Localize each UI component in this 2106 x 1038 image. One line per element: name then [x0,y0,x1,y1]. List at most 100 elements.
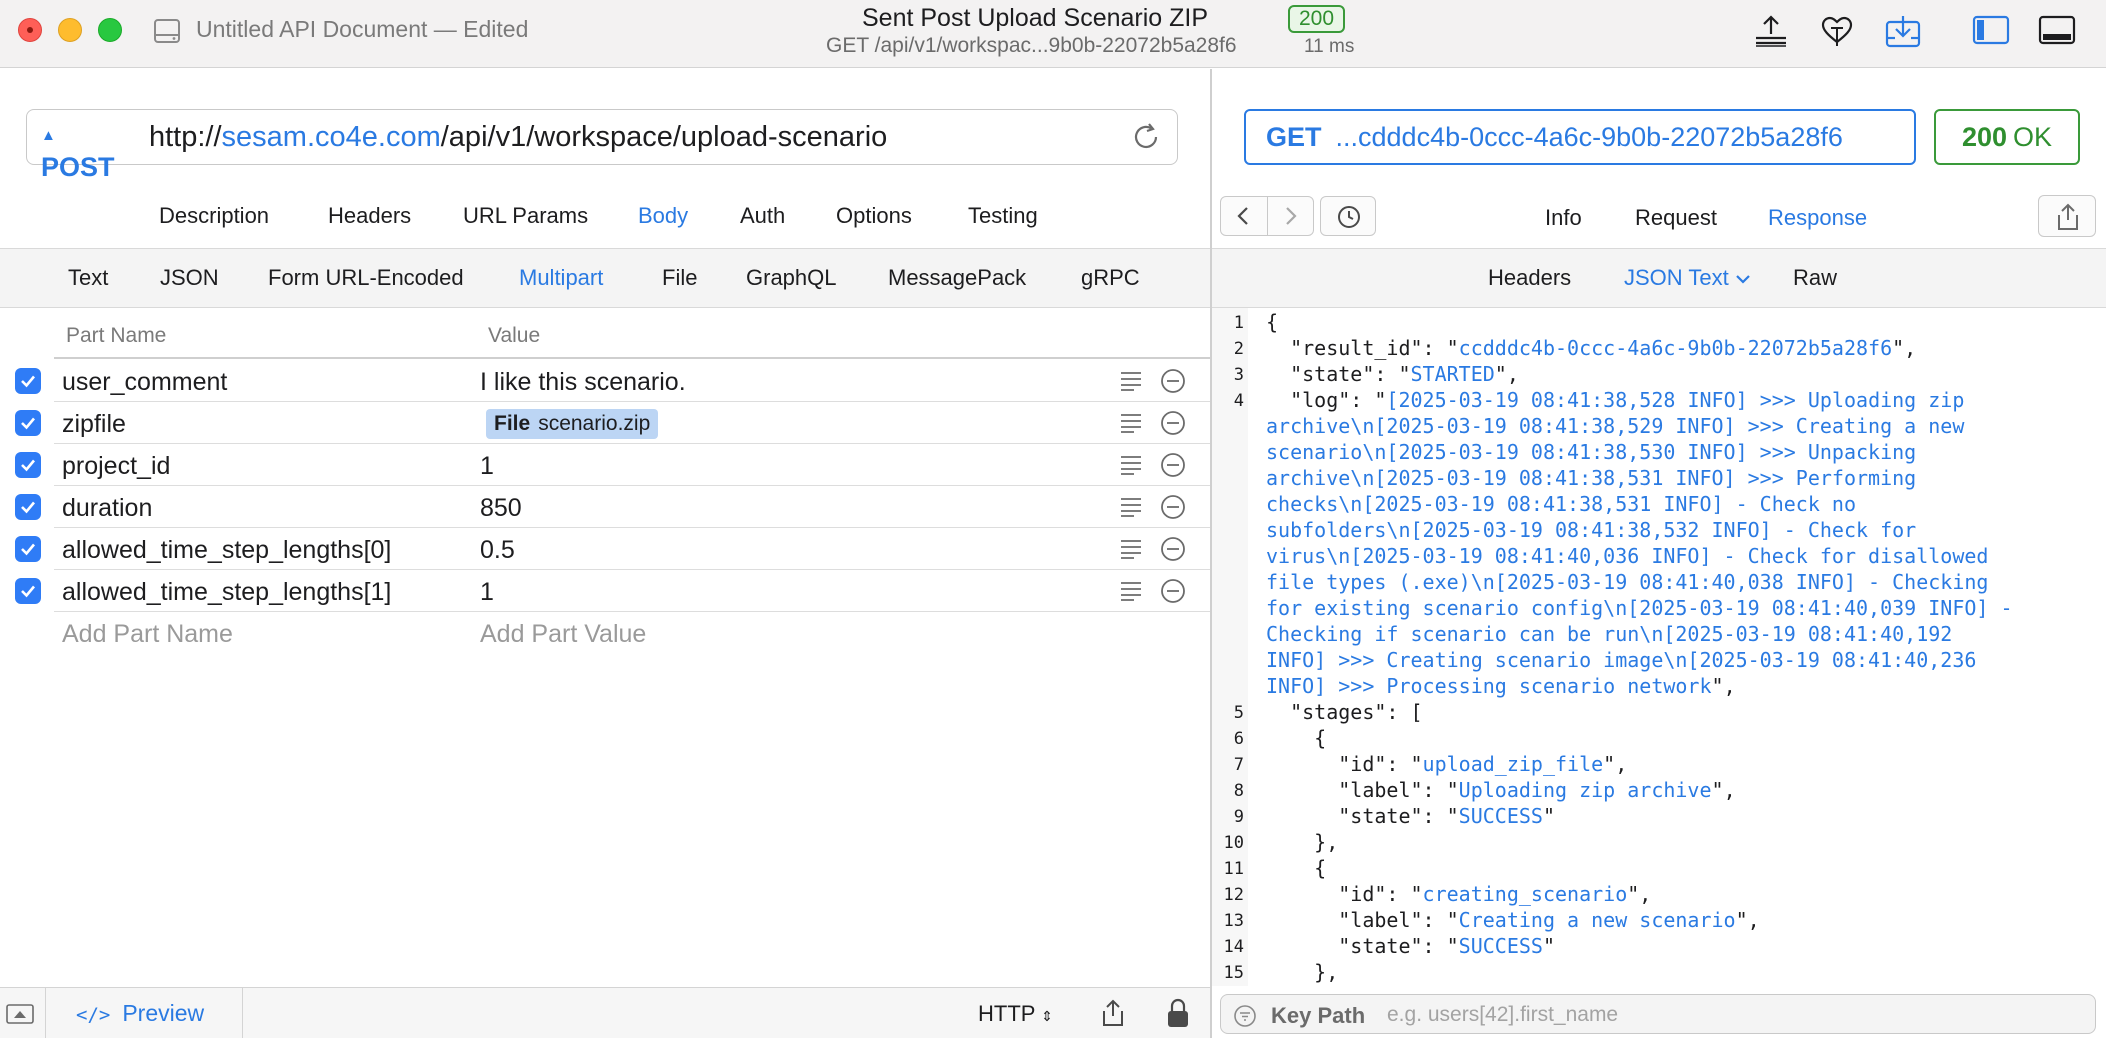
key-path-input[interactable] [1387,1001,2077,1029]
body-type-graphql[interactable]: GraphQL [746,265,837,291]
remove-circle-icon[interactable] [1160,578,1186,604]
protocol-selector[interactable]: HTTP ⇕ [978,1001,1053,1027]
code-line: "log": "[2025-03-19 08:41:38,528 INFO] >… [1266,388,1965,412]
tab-auth[interactable]: Auth [740,203,785,229]
upload-tray-icon[interactable] [1752,14,1790,48]
body-type-bar: Text JSON Form URL-Encoded Multipart Fil… [0,248,1210,308]
text-lines-icon[interactable] [1120,580,1142,602]
tab-options[interactable]: Options [836,203,912,229]
sidebar-left-icon[interactable] [1972,14,2010,46]
tab-info[interactable]: Info [1545,205,1582,231]
panel-bottom-icon[interactable] [2038,14,2076,46]
body-type-messagepack[interactable]: MessagePack [888,265,1026,291]
row-checkbox[interactable] [15,578,41,604]
part-name[interactable]: allowed_time_step_lengths[0] [62,536,391,565]
part-value[interactable]: 1 [480,452,494,481]
document-title[interactable]: Untitled API Document — Edited [196,16,528,43]
code-line: }, [1266,960,1339,984]
url-text[interactable]: http://sesam.co4e.com/api/v1/workspace/u… [149,121,887,154]
line-number: 13 [1223,911,1244,931]
close-window-button[interactable] [18,18,42,42]
file-token[interactable]: File scenario.zip [486,409,659,439]
row-checkbox[interactable] [15,494,41,520]
add-part-name-input[interactable]: Add Part Name [62,620,233,649]
key-path-bar: Key Path [1220,994,2096,1034]
table-row: project_id 1 [0,444,1210,486]
json-viewer[interactable]: 1 2 3 4 5 6 7 8 9 10 11 12 13 14 15 { "result_id": "cc… [1212,308,2106,986]
preview-button[interactable]: </> Preview [76,1000,204,1027]
lock-icon[interactable] [1166,997,1190,1029]
view-headers[interactable]: Headers [1488,265,1571,291]
remove-circle-icon[interactable] [1160,368,1186,394]
line-number-gutter: 1 2 3 4 5 6 7 8 9 10 11 12 13 14 15 [1212,308,1248,986]
view-raw[interactable]: Raw [1793,265,1837,291]
tab-url-params[interactable]: URL Params [463,203,588,229]
toggle-panel-button[interactable] [0,988,46,1038]
body-type-grpc[interactable]: gRPC [1081,265,1140,291]
share-response-button[interactable] [2038,195,2096,237]
code-line: virus\n[2025-03-19 08:41:40,036 INFO] - … [1266,544,1989,568]
row-checkbox[interactable] [15,452,41,478]
request-footer: </> Preview HTTP ⇕ [0,987,1210,1038]
body-type-form-url-encoded[interactable]: Form URL-Encoded [268,265,464,291]
row-checkbox[interactable] [15,368,41,394]
line-number: 11 [1223,859,1244,879]
code-brackets-icon: </> [76,1004,111,1026]
code-line: INFO] >>> Creating scenario image\n[2025… [1266,648,1977,672]
body-type-file[interactable]: File [662,265,697,291]
url-bar[interactable]: ▲ POST http://sesam.co4e.com/api/v1/works… [26,109,1178,182]
part-name[interactable]: duration [62,494,152,523]
part-value[interactable]: 850 [480,494,522,523]
part-name[interactable]: user_comment [62,368,227,397]
reload-icon[interactable] [1129,120,1163,154]
chevron-left-icon[interactable] [1233,205,1255,227]
remove-circle-icon[interactable] [1160,536,1186,562]
line-number: 12 [1223,885,1244,905]
body-type-multipart[interactable]: Multipart [519,265,603,291]
code-line: archive\n[2025-03-19 08:41:38,529 INFO] … [1266,414,1965,438]
part-value[interactable]: I like this scenario. [480,368,686,397]
text-lines-icon[interactable] [1120,454,1142,476]
zoom-window-button[interactable] [98,18,122,42]
download-tray-icon[interactable] [1884,14,1922,48]
text-lines-icon[interactable] [1120,538,1142,560]
part-name[interactable]: allowed_time_step_lengths[1] [62,578,391,607]
response-request-url[interactable]: GET ...cdddc4b-0ccc-4a6c-9b0b-22072b5a28f… [1244,109,1916,165]
row-checkbox[interactable] [15,536,41,562]
minimize-window-button[interactable] [58,18,82,42]
chevron-right-icon[interactable] [1279,205,1301,227]
tab-headers[interactable]: Headers [328,203,411,229]
add-part-value-input[interactable]: Add Part Value [480,620,646,649]
table-row: user_comment I like this scenario. [0,360,1210,402]
method-selector[interactable]: ▲ POST [41,121,115,183]
text-lines-icon[interactable] [1120,370,1142,392]
remove-circle-icon[interactable] [1160,410,1186,436]
view-json-text[interactable]: JSON Text [1624,265,1751,291]
remove-circle-icon[interactable] [1160,452,1186,478]
document-drive-icon [152,16,182,46]
cookie-heart-icon[interactable] [1818,14,1856,48]
tab-testing[interactable]: Testing [968,203,1038,229]
share-icon[interactable] [1100,998,1126,1028]
tab-response[interactable]: Response [1768,205,1867,231]
line-number: 1 [1233,313,1244,333]
code-line: "id": "upload_zip_file", [1266,752,1628,776]
part-value[interactable]: 0.5 [480,536,515,565]
header-divider [54,357,1210,359]
history-clock-button[interactable] [1320,196,1376,236]
text-lines-icon[interactable] [1120,412,1142,434]
line-number: 2 [1233,339,1244,359]
tab-request[interactable]: Request [1635,205,1717,231]
remove-circle-icon[interactable] [1160,494,1186,520]
footer-divider [242,988,243,1038]
part-value[interactable]: 1 [480,578,494,607]
row-checkbox[interactable] [15,410,41,436]
body-type-json[interactable]: JSON [160,265,219,291]
part-name[interactable]: project_id [62,452,170,481]
table-row: zipfile File scenario.zip [0,402,1210,444]
tab-body[interactable]: Body [638,203,688,229]
body-type-text[interactable]: Text [68,265,108,291]
text-lines-icon[interactable] [1120,496,1142,518]
part-name[interactable]: zipfile [62,410,126,439]
tab-description[interactable]: Description [159,203,269,229]
